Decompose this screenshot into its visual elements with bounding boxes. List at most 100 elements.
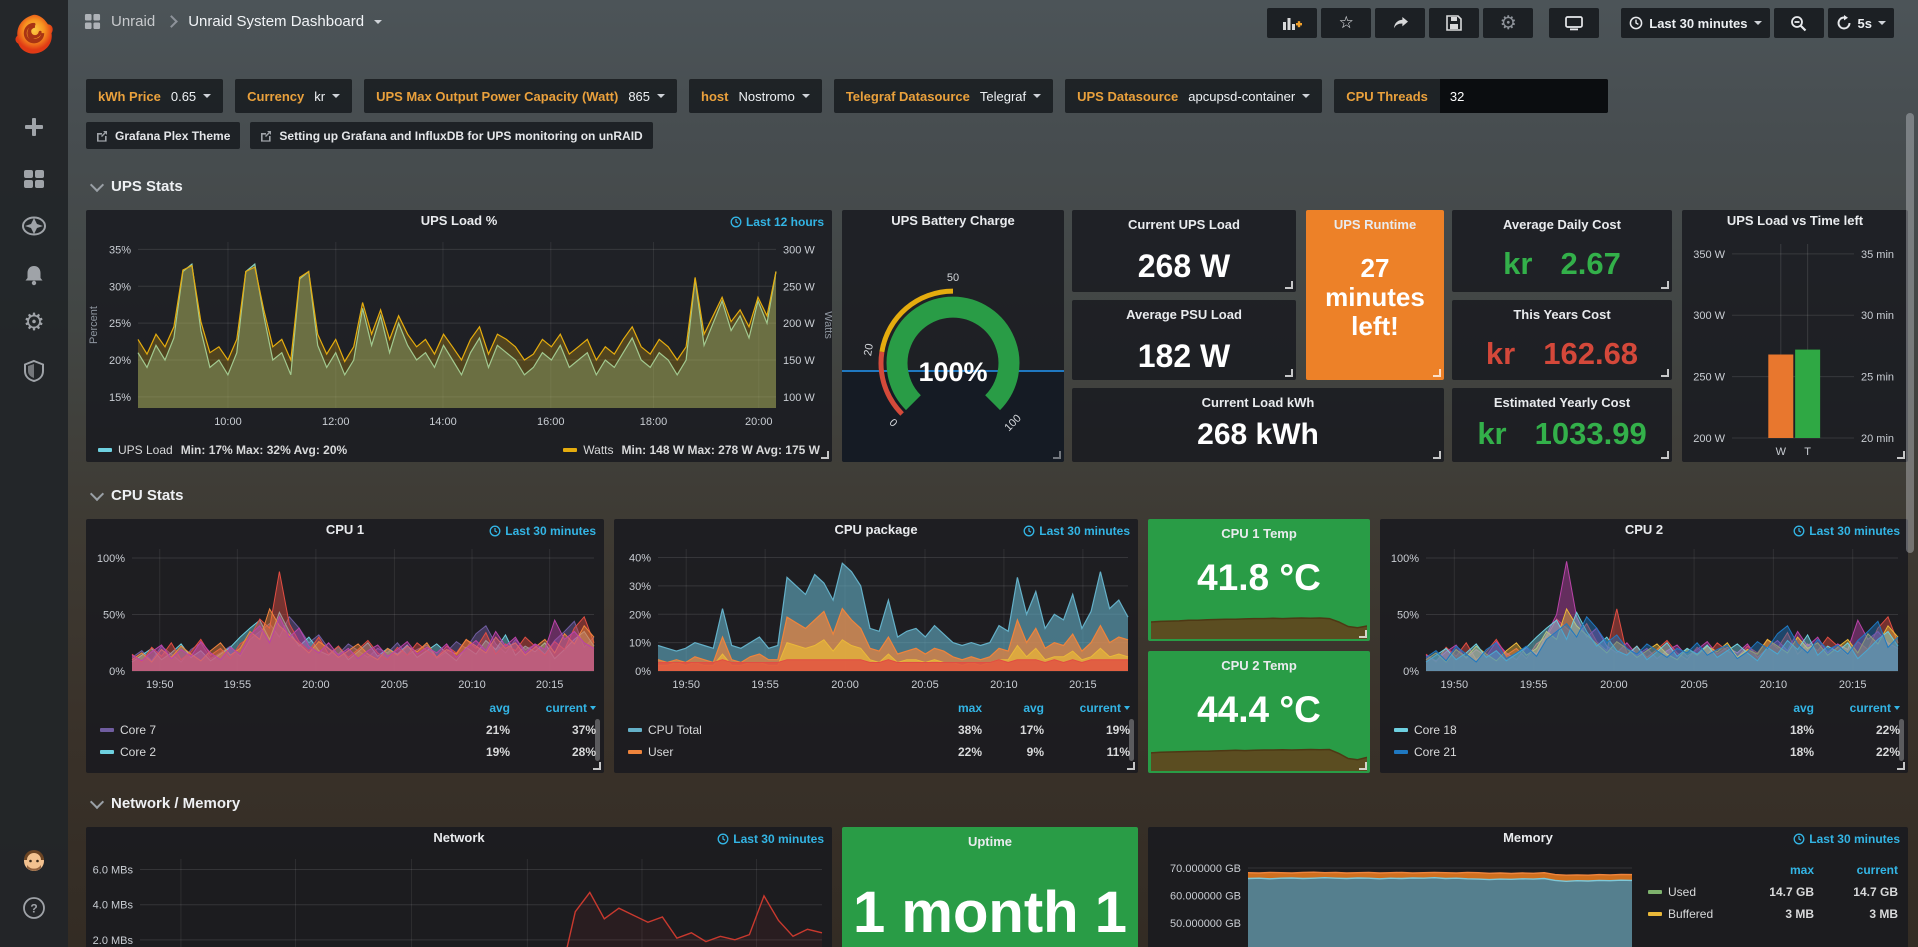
svg-text:19:50: 19:50 xyxy=(1441,679,1469,691)
legend-row: Core 18 18% 22% xyxy=(1394,719,1900,741)
zoom-out-time-button[interactable] xyxy=(1774,8,1824,38)
panel-time-override: Last 30 minutes xyxy=(489,524,596,538)
breadcrumb-dashboard-title[interactable]: Unraid System Dashboard xyxy=(188,13,364,30)
panel-title[interactable]: Current UPS Load xyxy=(1072,217,1296,232)
cpu-2-legend: avg current Core 18 18% 22% Core 21 18% … xyxy=(1394,697,1900,763)
breadcrumb-folder[interactable]: Unraid xyxy=(111,13,155,30)
panel-title[interactable]: Current Load kWh xyxy=(1072,395,1444,410)
user-avatar[interactable] xyxy=(0,840,68,880)
legend-series[interactable]: Core 18 xyxy=(1394,723,1752,737)
legend-series[interactable]: User xyxy=(628,745,920,759)
legend-col-max[interactable]: max xyxy=(920,701,982,715)
legend-col-avg[interactable]: avg xyxy=(448,701,510,715)
cpu-package-chart[interactable]: 0%10%20%30%40%19:5019:5520:0020:0520:102… xyxy=(614,541,1138,693)
link-grafana-plex-theme[interactable]: Grafana Plex Theme xyxy=(86,122,240,149)
panel-title[interactable]: Estimated Yearly Cost xyxy=(1452,395,1672,410)
configuration-gear-icon[interactable]: ⚙ xyxy=(0,300,68,346)
legend-series[interactable]: Used xyxy=(1648,885,1730,899)
battery-gauge[interactable]: 02050100100% xyxy=(842,232,1064,462)
legend-col-avg[interactable]: avg xyxy=(1752,701,1814,715)
svg-text:100 W: 100 W xyxy=(783,392,815,404)
legend-scrollbar[interactable] xyxy=(1899,719,1904,761)
svg-text:10:00: 10:00 xyxy=(214,416,242,428)
legend-watts[interactable]: Watts Min: 148 W Max: 278 W Avg: 175 W xyxy=(563,443,820,457)
svg-text:250 W: 250 W xyxy=(783,281,815,293)
legend-series[interactable]: Core 2 xyxy=(100,745,448,759)
refresh-button[interactable]: 5s xyxy=(1828,8,1894,38)
explore-compass-icon[interactable] xyxy=(0,203,68,249)
save-dashboard-button[interactable] xyxy=(1429,8,1479,38)
chevron-down-icon[interactable] xyxy=(374,20,382,24)
legend-col-current[interactable]: current xyxy=(1814,701,1900,715)
cycle-view-mode-button[interactable] xyxy=(1549,8,1599,38)
svg-text:35 min: 35 min xyxy=(1861,249,1894,261)
server-admin-shield-icon[interactable] xyxy=(0,348,68,394)
help-icon[interactable]: ? xyxy=(0,888,68,928)
panel-title[interactable]: UPS Load % xyxy=(86,210,832,232)
svg-text:40%: 40% xyxy=(629,553,651,565)
ups-load-chart[interactable]: 15%20%25%30%35%100 W150 W200 W250 W300 W… xyxy=(86,232,832,432)
page-scrollbar[interactable] xyxy=(1906,113,1914,553)
section-cpu-stats[interactable]: CPU Stats xyxy=(92,487,184,504)
star-dashboard-button[interactable]: ☆ xyxy=(1321,8,1371,38)
panel-title[interactable]: This Years Cost xyxy=(1452,307,1672,322)
dashboard-toolbar: ☆ ⚙ Last 30 minutes 5s xyxy=(1267,8,1894,38)
alerting-bell-icon[interactable] xyxy=(0,252,68,298)
memory-chart[interactable]: 50.000000 GB60.000000 GB70.000000 GB xyxy=(1148,849,1640,947)
add-panel-button[interactable] xyxy=(1267,8,1317,38)
dashboard-settings-button[interactable]: ⚙ xyxy=(1483,8,1533,38)
legend-col-max[interactable]: max xyxy=(1730,863,1814,877)
legend-series[interactable]: CPU Total xyxy=(628,723,920,737)
load-vs-time-chart[interactable]: 200 W250 W300 W350 W20 min25 min30 min35… xyxy=(1682,232,1908,460)
create-icon[interactable] xyxy=(0,104,68,150)
section-network-memory[interactable]: Network / Memory xyxy=(92,795,240,812)
time-range-picker[interactable]: Last 30 minutes xyxy=(1621,8,1769,38)
svg-text:30 min: 30 min xyxy=(1861,310,1894,322)
variable-currency[interactable]: Currency kr xyxy=(235,79,352,113)
panel-title[interactable]: CPU 1 Temp xyxy=(1148,526,1370,541)
svg-text:70.000000 GB: 70.000000 GB xyxy=(1170,863,1241,875)
panel-title[interactable]: Average Daily Cost xyxy=(1452,217,1672,232)
svg-text:20:00: 20:00 xyxy=(1600,679,1628,691)
dashboards-icon[interactable] xyxy=(0,156,68,202)
panel-title[interactable]: UPS Runtime xyxy=(1306,217,1444,232)
legend-col-current[interactable]: current xyxy=(510,701,596,715)
chevron-down-icon xyxy=(1878,21,1886,25)
grafana-logo[interactable] xyxy=(0,8,68,60)
svg-text:20 min: 20 min xyxy=(1861,433,1894,445)
variable-ups-datasource[interactable]: UPS Datasource apcupsd-container xyxy=(1065,79,1322,113)
panel-cpu-2: CPU 2 Last 30 minutes 0%50%100%19:5019:5… xyxy=(1380,519,1908,773)
variable-host[interactable]: host Nostromo xyxy=(689,79,822,113)
panel-title[interactable]: Average PSU Load xyxy=(1072,307,1296,322)
legend-series[interactable]: Core 21 xyxy=(1394,745,1752,759)
legend-ups-load[interactable]: UPS Load Min: 17% Max: 32% Avg: 20% xyxy=(98,443,347,457)
variable-telegraf-datasource[interactable]: Telegraf Datasource Telegraf xyxy=(834,79,1053,113)
gear-glyph: ⚙ xyxy=(23,311,45,335)
stat-value: 268 kWh xyxy=(1072,418,1444,452)
variable-kwh-price[interactable]: kWh Price 0.65 xyxy=(86,79,223,113)
legend-series[interactable]: Buffered xyxy=(1648,907,1730,921)
variable-ups-max-output[interactable]: UPS Max Output Power Capacity (Watt) 865 xyxy=(364,79,677,113)
legend-col-current[interactable]: current xyxy=(1814,863,1898,877)
legend-scrollbar[interactable] xyxy=(1129,719,1134,761)
svg-text:200 W: 200 W xyxy=(783,318,815,330)
panel-title[interactable]: UPS Battery Charge xyxy=(842,210,1064,232)
cpu-package-legend: max avg current CPU Total 38% 17% 19% Us… xyxy=(628,697,1130,763)
cpu-threads-input[interactable] xyxy=(1440,79,1608,113)
dashboard-links: Grafana Plex Theme Setting up Grafana an… xyxy=(86,122,653,149)
legend-row: Core 7 21% 37% xyxy=(100,719,596,741)
panel-title[interactable]: Uptime xyxy=(842,834,1138,849)
legend-series[interactable]: Core 7 xyxy=(100,723,448,737)
link-ups-monitoring-guide[interactable]: Setting up Grafana and InfluxDB for UPS … xyxy=(250,122,652,149)
panel-title[interactable]: UPS Load vs Time left xyxy=(1682,210,1908,232)
network-chart[interactable]: 2.0 MBs4.0 MBs6.0 MBs19:5019:5520:0020:0… xyxy=(86,849,832,947)
svg-text:12:00: 12:00 xyxy=(322,416,350,428)
share-dashboard-button[interactable] xyxy=(1375,8,1425,38)
panel-title[interactable]: CPU 2 Temp xyxy=(1148,658,1370,673)
cpu-1-chart[interactable]: 0%50%100%19:5019:5520:0020:0520:1020:15 xyxy=(86,541,604,693)
section-ups-stats[interactable]: UPS Stats xyxy=(92,178,183,195)
cpu-2-chart[interactable]: 0%50%100%19:5019:5520:0020:0520:1020:15 xyxy=(1380,541,1908,693)
legend-scrollbar[interactable] xyxy=(595,719,600,761)
legend-col-current[interactable]: current xyxy=(1044,701,1130,715)
legend-col-avg[interactable]: avg xyxy=(982,701,1044,715)
